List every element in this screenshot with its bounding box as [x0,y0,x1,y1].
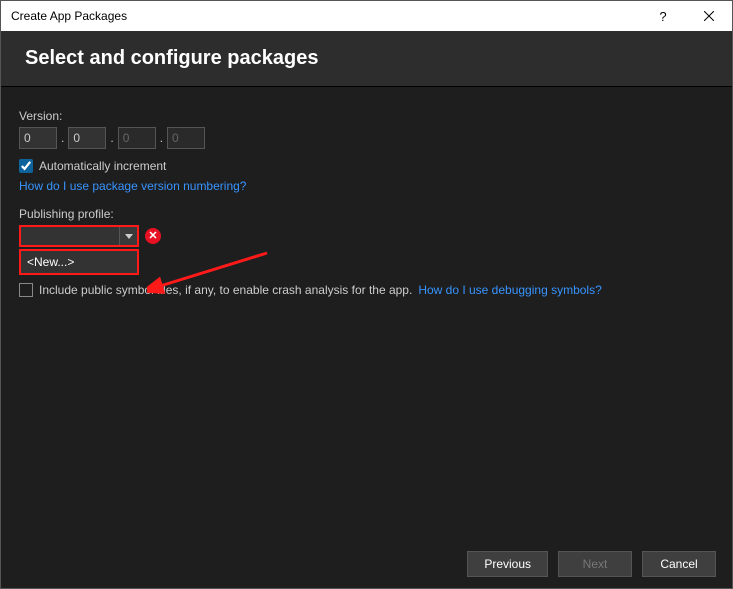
version-label: Version: [19,109,714,123]
page-title: Select and configure packages [25,47,708,70]
previous-button[interactable]: Previous [467,551,548,577]
close-button[interactable] [686,1,732,31]
profile-dropdown-button[interactable] [119,227,137,245]
profile-combobox[interactable] [19,225,139,247]
version-revision-input [167,127,205,149]
profile-dropdown: <New...> [19,249,139,275]
symbols-label: Include public symbol files, if any, to … [39,283,412,297]
version-help-link[interactable]: How do I use package version numbering? [19,179,246,193]
next-button: Next [558,551,632,577]
version-build-input [118,127,156,149]
chevron-down-icon [125,232,133,240]
symbols-row: Include public symbol files, if any, to … [19,283,714,297]
titlebar: Create App Packages ? [1,1,732,31]
version-row: . . . [19,127,714,149]
auto-increment-checkbox[interactable] [19,159,33,173]
auto-increment-label: Automatically increment [39,159,166,173]
close-icon [704,11,714,21]
profile-label: Publishing profile: [19,207,714,221]
window-title: Create App Packages [11,9,127,23]
profile-value [21,227,119,245]
error-icon: ✕ [145,228,161,244]
content-area: Version: . . . Automatically increment H… [1,87,732,540]
cancel-button[interactable]: Cancel [642,551,716,577]
auto-increment-row: Automatically increment [19,159,714,173]
symbols-checkbox[interactable] [19,283,33,297]
version-major-input[interactable] [19,127,57,149]
symbols-help-link[interactable]: How do I use debugging symbols? [418,283,601,297]
page-header: Select and configure packages [1,31,732,87]
help-button[interactable]: ? [640,1,686,31]
footer: Previous Next Cancel [1,540,732,588]
profile-option-new[interactable]: <New...> [21,251,137,273]
version-minor-input[interactable] [68,127,106,149]
profile-row: ✕ <New...> [19,225,714,247]
dialog-window: Create App Packages ? Select and configu… [0,0,733,589]
